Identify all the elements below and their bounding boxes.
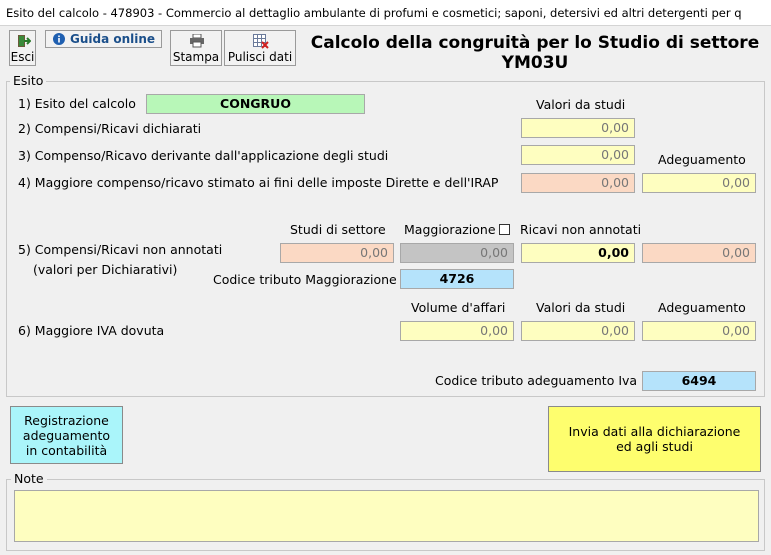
codice-maggiorazione-label: Codice tributo Maggiorazione: [213, 272, 397, 287]
adeguamento-header: Adeguamento: [658, 152, 746, 167]
compensi-dichiarati-label: 2) Compensi/Ricavi dichiarati: [18, 121, 202, 136]
valori-da-studi-header-2: Valori da studi: [536, 300, 626, 315]
esci-button[interactable]: Esci: [9, 30, 36, 66]
stampa-button[interactable]: Stampa: [170, 30, 222, 66]
registrazione-adeguamento-button[interactable]: Registrazione adeguamento in contabilità: [10, 406, 123, 464]
exit-icon: [18, 35, 31, 47]
compensi-non-annotati-sublabel: (valori per Dichiarativi): [33, 262, 178, 277]
info-icon: [53, 33, 65, 45]
studi-settore-field[interactable]: 0,00: [280, 243, 394, 263]
esito-group-label: Esito: [10, 74, 47, 88]
printer-icon: [190, 34, 204, 48]
esci-label: Esci: [10, 50, 35, 64]
maggiore-compenso-label: 4) Maggiore compenso/ricavo stimato ai f…: [18, 175, 499, 190]
pulisci-dati-button[interactable]: Pulisci dati: [224, 30, 296, 66]
maggiorazione-checkbox[interactable]: [499, 224, 510, 235]
compenso-studi-label: 3) Compenso/Ricavo derivante dall'applic…: [18, 148, 389, 163]
maggiore-iva-label: 6) Maggiore IVA dovuta: [18, 323, 165, 338]
adeguamento-header-2: Adeguamento: [658, 300, 746, 315]
stampa-label: Stampa: [172, 50, 220, 64]
compensi-dichiarati-field[interactable]: 0,00: [521, 118, 635, 138]
volume-affari-field[interactable]: 0,00: [400, 321, 514, 341]
ricavi-non-annotati-header: Ricavi non annotati: [520, 222, 642, 237]
volume-affari-header: Volume d'affari: [411, 300, 506, 315]
maggiore-compenso-field[interactable]: 0,00: [521, 173, 635, 193]
esito-calcolo-label: 1) Esito del calcolo: [18, 96, 136, 111]
page-title-line1: Calcolo della congruità per lo Studio di…: [310, 33, 760, 53]
note-group-label: Note: [11, 472, 47, 486]
maggiorazione-header: Maggiorazione: [404, 222, 496, 237]
note-textarea[interactable]: [14, 490, 759, 542]
esito-calcolo-value: CONGRUO: [146, 94, 365, 114]
invia-dati-button[interactable]: Invia dati alla dichiarazione ed agli st…: [548, 406, 761, 472]
compensi-non-annotati-adeguamento-field[interactable]: 0,00: [642, 243, 756, 263]
guida-label: Guida online: [70, 32, 156, 46]
compenso-studi-field[interactable]: 0,00: [521, 145, 635, 165]
page-title-line2: YM03U: [501, 53, 569, 73]
window-title: Esito del calcolo - 478903 - Commercio a…: [0, 0, 771, 26]
invia-label: Invia dati alla dichiarazione ed agli st…: [568, 424, 741, 454]
maggiore-compenso-adeguamento-field[interactable]: 0,00: [642, 173, 756, 193]
maggiore-iva-valori-field[interactable]: 0,00: [521, 321, 635, 341]
codice-iva-field[interactable]: 6494: [642, 371, 756, 391]
codice-iva-label: Codice tributo adeguamento Iva: [435, 373, 638, 388]
ricavi-non-annotati-field[interactable]: 0,00: [521, 243, 635, 263]
pulisci-label: Pulisci dati: [227, 50, 293, 64]
maggiore-iva-adeguamento-field[interactable]: 0,00: [642, 321, 756, 341]
valori-da-studi-header: Valori da studi: [536, 97, 626, 112]
codice-maggiorazione-field[interactable]: 4726: [400, 269, 514, 289]
clear-grid-icon: [253, 34, 269, 49]
registrazione-label: Registrazione adeguamento in contabilità: [22, 412, 111, 458]
guida-online-button[interactable]: Guida online: [45, 30, 162, 48]
page-title: Calcolo della congruità per lo Studio di…: [305, 33, 765, 73]
studi-settore-header: Studi di settore: [290, 222, 386, 237]
compensi-non-annotati-label: 5) Compensi/Ricavi non annotati: [18, 242, 223, 257]
maggiorazione-field[interactable]: 0,00: [400, 243, 514, 263]
